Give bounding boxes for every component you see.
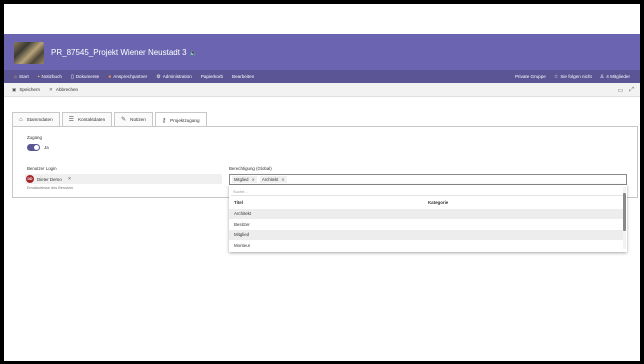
- nav-label-administration: Administration: [162, 74, 192, 79]
- list-icon: ☰: [68, 117, 75, 123]
- group-type[interactable]: Private Gruppe: [515, 74, 546, 79]
- notebook-icon: ▪: [37, 73, 40, 80]
- nav-label-notizbuch: Notizbuch: [41, 74, 62, 79]
- nav-right-group: Private Gruppe ☆ Sie folgen nicht ♙ 4 Mitg…: [507, 70, 630, 83]
- members-button[interactable]: ♙ 4 Mitglieder: [600, 74, 630, 80]
- nav-bearbeiten[interactable]: Bearbeiten: [232, 74, 254, 79]
- remove-user-icon[interactable]: ✕: [68, 176, 72, 182]
- speaker-icon[interactable]: 🔈: [190, 50, 197, 57]
- tab-label-stammdaten: Stammdaten: [26, 117, 53, 122]
- tab-label-kontaktdaten: Kontaktdaten: [78, 117, 106, 122]
- col-category: Kategorie: [428, 200, 449, 205]
- permission-dropdown: Suche... Titel Kategorie Architekt Besit…: [229, 185, 627, 252]
- cancel-label: Abbrechen: [55, 87, 79, 92]
- star-icon: ☆: [553, 73, 559, 80]
- user-name: Dieter Demo: [37, 176, 62, 182]
- tab-label-projektzugang: Projektzugang: [170, 117, 200, 123]
- access-value: Ja: [44, 145, 49, 150]
- home-icon: ⌂: [14, 73, 18, 80]
- access-toggle[interactable]: [27, 144, 40, 151]
- user-hint: Emailadresse des Benutzer: [27, 186, 74, 190]
- chat-icon[interactable]: ▭: [618, 87, 624, 94]
- contacts-icon: ●: [108, 73, 112, 80]
- remove-tag-icon[interactable]: ✕: [281, 177, 285, 182]
- nav-notizbuch[interactable]: ▪ Notizbuch: [38, 74, 62, 80]
- save-label: Speichern: [19, 87, 41, 92]
- save-button[interactable]: ▣ Speichern: [12, 87, 40, 93]
- permission-tag-label: Architekt: [261, 177, 279, 182]
- dropdown-scrollbar[interactable]: [623, 187, 626, 249]
- person-icon: ♙: [599, 73, 605, 80]
- nav-label-start: Start: [19, 74, 29, 79]
- tab-kontaktdaten[interactable]: ☰ Kontaktdaten: [61, 112, 113, 126]
- members-label: 4 Mitglieder: [606, 74, 630, 79]
- tab-projektzugang[interactable]: ⚷ Projektzugang: [154, 112, 207, 127]
- tab-notizen[interactable]: ✎ Notizen: [114, 112, 153, 126]
- access-label: Zugang: [27, 135, 42, 140]
- nav-administration[interactable]: ⚙ Administration: [156, 74, 192, 80]
- permission-field[interactable]: Mitglied ✕ Architekt ✕: [229, 174, 627, 185]
- follow-button[interactable]: ☆ Sie folgen nicht: [554, 74, 592, 80]
- nav-papierkorb[interactable]: Papierkorb: [201, 74, 223, 79]
- save-icon: ▣: [12, 86, 17, 92]
- tab-stammdaten[interactable]: ⌂ Stammdaten: [12, 112, 60, 126]
- follow-label: Sie folgen nicht: [560, 74, 592, 79]
- project-thumbnail: [14, 42, 44, 64]
- nav-ansprechpartner[interactable]: ● Ansprechpartner: [108, 74, 147, 80]
- dropdown-option-besitzer[interactable]: Besitzer: [229, 220, 623, 230]
- edit-icon: ✎: [121, 117, 127, 123]
- avatar: DD: [26, 175, 34, 183]
- app-window: PR_87545_Projekt Wiener Neustadt 3 🔈 ⌂ Sta…: [4, 4, 640, 361]
- nav-label-dokumente: Dokumente: [75, 74, 100, 79]
- user-chip[interactable]: DD Dieter Demo ✕: [26, 175, 71, 183]
- user-login-label: Benutzer Login: [27, 166, 57, 171]
- remove-tag-icon[interactable]: ✕: [251, 177, 255, 182]
- permission-tag[interactable]: Architekt ✕: [259, 176, 287, 183]
- nav-label-bearbeiten: Bearbeiten: [232, 74, 255, 79]
- permission-label: Berechtigung (Global): [229, 166, 272, 171]
- cancel-button[interactable]: ✕ Abbrechen: [49, 87, 78, 93]
- key-icon: ⚷: [161, 117, 167, 124]
- group-type-label: Private Gruppe: [514, 74, 546, 79]
- nav-start[interactable]: ⌂ Start: [14, 74, 29, 80]
- command-bar: ▣ Speichern ✕ Abbrechen: [4, 83, 640, 97]
- dropdown-option-architekt[interactable]: Architekt: [229, 209, 623, 219]
- page-title: PR_87545_Projekt Wiener Neustadt 3 🔈: [51, 48, 197, 57]
- nav-label-ansprechpartner: Ansprechpartner: [113, 74, 148, 79]
- tab-bar: ⌂ Stammdaten ☰ Kontaktdaten ✎ Notizen ⚷ Proj…: [12, 112, 209, 127]
- title-text: PR_87545_Projekt Wiener Neustadt 3: [51, 48, 187, 57]
- tab-label-notizen: Notizen: [130, 117, 146, 122]
- dropdown-option-monteur[interactable]: Monteur: [229, 241, 623, 251]
- gear-icon: ⚙: [156, 73, 161, 80]
- top-margin: [4, 4, 640, 34]
- dropdown-header: Titel Kategorie: [229, 198, 623, 208]
- permission-tag[interactable]: Mitglied ✕: [232, 176, 257, 183]
- nav-dokumente[interactable]: ▯ Dokumente: [71, 74, 99, 80]
- home-icon: ⌂: [19, 116, 23, 123]
- document-icon: ▯: [70, 73, 74, 80]
- col-title: Titel: [234, 200, 243, 205]
- close-icon: ✕: [49, 86, 53, 92]
- expand-icon[interactable]: ⤢: [629, 87, 634, 94]
- dropdown-option-mitglied[interactable]: Mitglied: [229, 230, 623, 240]
- dropdown-search-input[interactable]: Suche...: [231, 187, 623, 196]
- nav-label-papierkorb: Papierkorb: [200, 74, 224, 79]
- permission-tag-label: Mitglied: [234, 177, 249, 182]
- command-bar-right: ▭ ⤢: [618, 83, 634, 97]
